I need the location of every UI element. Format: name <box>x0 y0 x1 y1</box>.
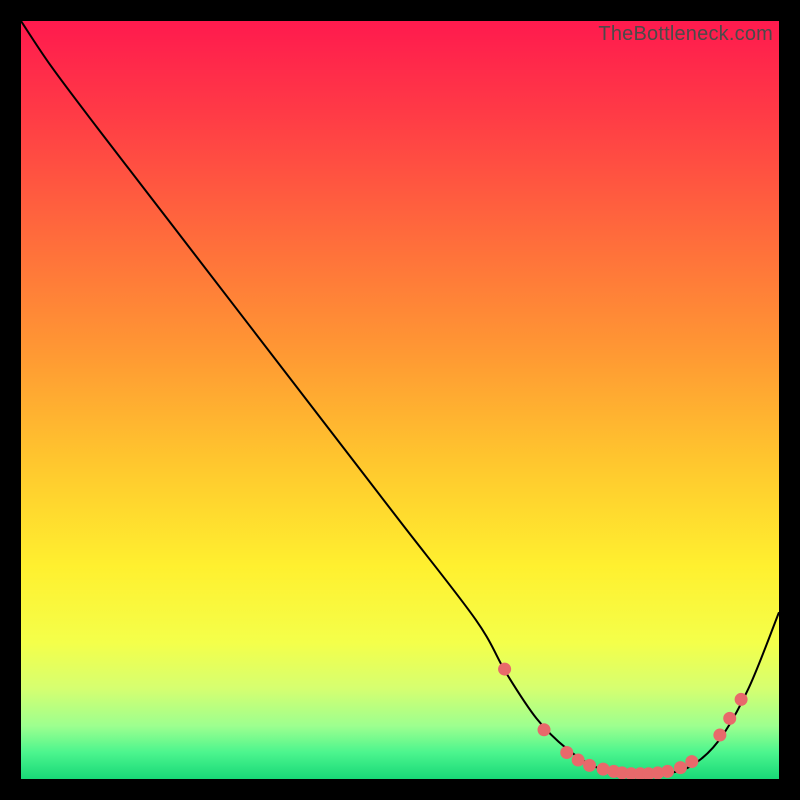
marker-dot <box>735 693 748 706</box>
marker-dot <box>661 765 674 778</box>
marker-dot <box>583 759 596 772</box>
marker-dot <box>723 712 736 725</box>
chart-background <box>21 21 779 779</box>
marker-dot <box>685 755 698 768</box>
marker-dot <box>572 754 585 767</box>
marker-dot <box>713 729 726 742</box>
marker-dot <box>498 663 511 676</box>
chart-svg <box>21 21 779 779</box>
marker-dot <box>538 723 551 736</box>
chart-frame: TheBottleneck.com <box>21 21 779 779</box>
marker-dot <box>674 761 687 774</box>
marker-dot <box>560 746 573 759</box>
